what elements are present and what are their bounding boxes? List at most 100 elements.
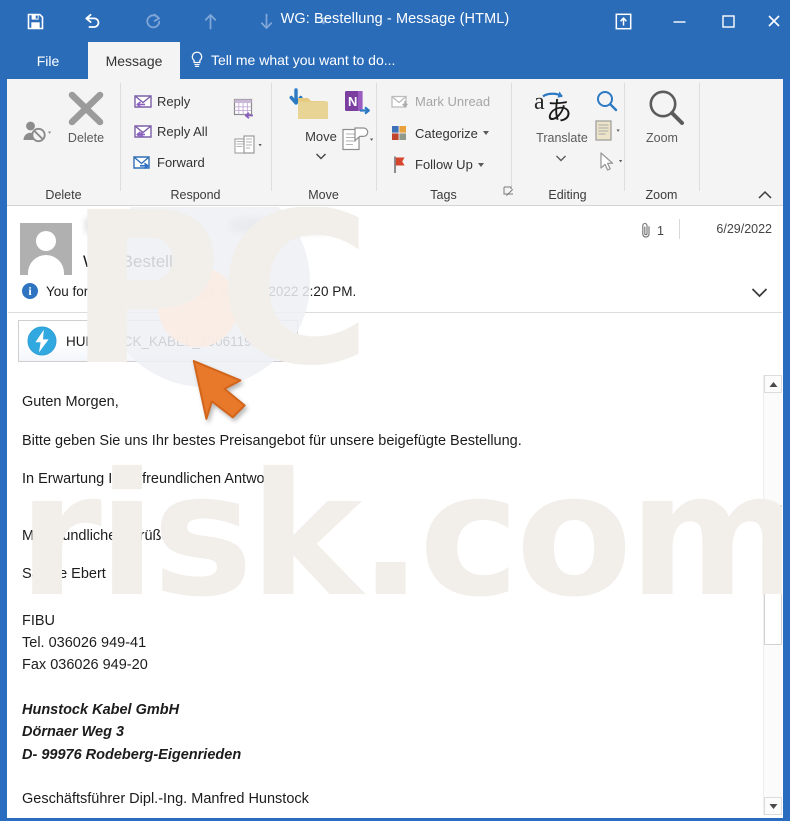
group-label-editing: Editing	[548, 188, 587, 202]
group-label-tags: Tags	[430, 188, 457, 202]
message-subject: WG: Bestellung	[83, 252, 202, 271]
attachment-count-value: 1	[657, 223, 664, 238]
svg-text:あ: あ	[546, 97, 572, 126]
body-line-1: Bitte geben Sie uns Ihr bestes Preisange…	[22, 432, 522, 449]
avatar	[20, 223, 72, 275]
follow-up-caret-icon[interactable]	[477, 162, 484, 167]
follow-up-button[interactable]: Follow Up	[389, 155, 484, 174]
tell-me-label: Tell me what you want to do...	[211, 52, 396, 68]
body-company: Hunstock Kabel GmbH	[22, 701, 180, 718]
ribbon-tab-strip: File Message Tell me what you want to do…	[0, 42, 790, 79]
translate-icon[interactable]: a あ	[529, 87, 581, 136]
body-fax: Fax 036026 949-20	[22, 657, 148, 674]
reply-icon	[131, 93, 153, 110]
forward-label: Forward	[157, 155, 205, 170]
more-respond-icon[interactable]	[233, 133, 267, 164]
group-label-move: Move	[308, 188, 339, 202]
reply-all-label: Reply All	[157, 124, 208, 139]
header-divider	[186, 221, 187, 237]
attachment-filename: HUNSTOCK_KABEL_2906119.iso	[66, 333, 273, 349]
body-greeting: Guten Morgen,	[22, 394, 119, 410]
mark-unread-icon	[389, 93, 411, 110]
flag-icon	[389, 155, 411, 174]
zoom-magnifier-icon[interactable]	[645, 88, 689, 135]
collapse-ribbon-icon[interactable]	[757, 188, 773, 203]
zoom-button[interactable]: Zoom	[629, 131, 695, 145]
translate-dropdown-caret-icon[interactable]	[555, 149, 567, 167]
body-street: Dörnaer Weg 3	[22, 724, 125, 741]
group-separator	[511, 83, 512, 191]
body-city: D- 99976 Rodeberg-Eigenrieden	[22, 746, 242, 763]
group-separator	[271, 83, 272, 191]
meeting-icon[interactable]	[233, 97, 261, 128]
attachment-area: HUNSTOCK_KABEL_2906119.iso	[8, 313, 782, 375]
reply-button[interactable]: Reply	[131, 93, 190, 110]
reply-all-button[interactable]: Reply All	[131, 123, 208, 140]
recipient-name-redacted	[230, 218, 322, 233]
header-divider	[679, 219, 680, 239]
message-body-text: Guten Morgen, Bitte geben Sie uns Ihr be…	[22, 395, 722, 815]
minimize-button[interactable]	[664, 7, 694, 35]
chevron-down-icon[interactable]	[751, 285, 768, 303]
message-body[interactable]: Guten Morgen, Bitte geben Sie uns Ihr be…	[8, 375, 782, 815]
annotation-arrow-icon	[172, 353, 248, 430]
forward-button[interactable]: Forward	[131, 154, 205, 171]
lightbulb-icon	[190, 51, 204, 69]
tell-me-search[interactable]: Tell me what you want to do...	[190, 51, 395, 69]
tab-file[interactable]: File	[22, 42, 74, 79]
vertical-scrollbar[interactable]	[763, 375, 782, 815]
move-dropdown-caret-icon[interactable]	[315, 147, 327, 165]
tab-message[interactable]: Message	[88, 42, 180, 79]
body-dept: FIBU	[22, 612, 56, 629]
info-bar[interactable]: i You forwarded this message on 6/29/202…	[8, 275, 782, 313]
iso-disc-image-icon	[27, 326, 57, 356]
move-folder-icon[interactable]	[285, 87, 337, 132]
junk-icon[interactable]	[21, 119, 55, 150]
close-button[interactable]	[759, 7, 789, 35]
tags-dialog-launcher-icon[interactable]	[503, 186, 514, 200]
follow-up-label: Follow Up	[415, 157, 473, 172]
reply-all-icon	[131, 123, 153, 140]
scroll-up-icon[interactable]	[764, 375, 782, 393]
maximize-button[interactable]	[713, 7, 743, 35]
body-manager: Geschäftsführer Dipl.-Ing. Manfred Hunst…	[22, 791, 309, 808]
group-separator	[120, 83, 121, 191]
scrollbar-track[interactable]	[764, 393, 782, 797]
outlook-message-window: WG: Bestellung - Message (HTML) File Mes…	[0, 0, 790, 821]
body-signer: Sabine Ebert	[22, 566, 106, 582]
delete-button[interactable]: Delete	[52, 131, 120, 145]
svg-text:N: N	[348, 94, 357, 109]
onenote-icon[interactable]: N	[343, 89, 373, 122]
attachment-dropdown-caret-icon[interactable]	[279, 341, 287, 346]
forward-icon	[131, 154, 153, 171]
scroll-down-icon[interactable]	[764, 797, 782, 815]
title-bar: WG: Bestellung - Message (HTML)	[0, 0, 790, 42]
avatar-body	[28, 255, 64, 275]
mark-unread-button[interactable]: Mark Unread	[389, 93, 490, 110]
categorize-caret-icon[interactable]	[482, 131, 489, 135]
related-icon[interactable]	[594, 119, 624, 150]
reply-label: Reply	[157, 94, 191, 109]
group-separator	[699, 83, 700, 191]
group-label-respond: Respond	[170, 188, 221, 202]
body-registry: HRB 403397 AG Jena, USt-Idnr.: DE 173 37…	[22, 811, 722, 815]
sender-name-redacted	[86, 218, 186, 233]
paperclip-icon	[641, 222, 652, 239]
categorize-button[interactable]: Categorize	[389, 124, 489, 142]
mark-unread-label: Mark Unread	[415, 94, 491, 109]
select-cursor-icon[interactable]	[597, 151, 627, 180]
actions-icon[interactable]	[340, 125, 378, 160]
delete-x-icon[interactable]	[62, 89, 110, 134]
body-tel: Tel. 036026 949-41	[22, 634, 147, 651]
info-bar-text: You forwarded this message on 6/29/2022 …	[46, 284, 357, 299]
body-line-2: In Erwartung Ihrer freundlichen Antwort.	[22, 471, 278, 487]
attachment-item[interactable]: HUNSTOCK_KABEL_2906119.iso	[18, 320, 298, 362]
group-label-zoom: Zoom	[645, 188, 678, 202]
ribbon-display-options-icon[interactable]	[608, 7, 638, 35]
body-closing: Mit freundlichen Grüßen	[22, 527, 178, 544]
scrollbar-thumb[interactable]	[764, 505, 782, 645]
categorize-icon	[389, 124, 411, 142]
find-icon[interactable]	[593, 88, 621, 121]
